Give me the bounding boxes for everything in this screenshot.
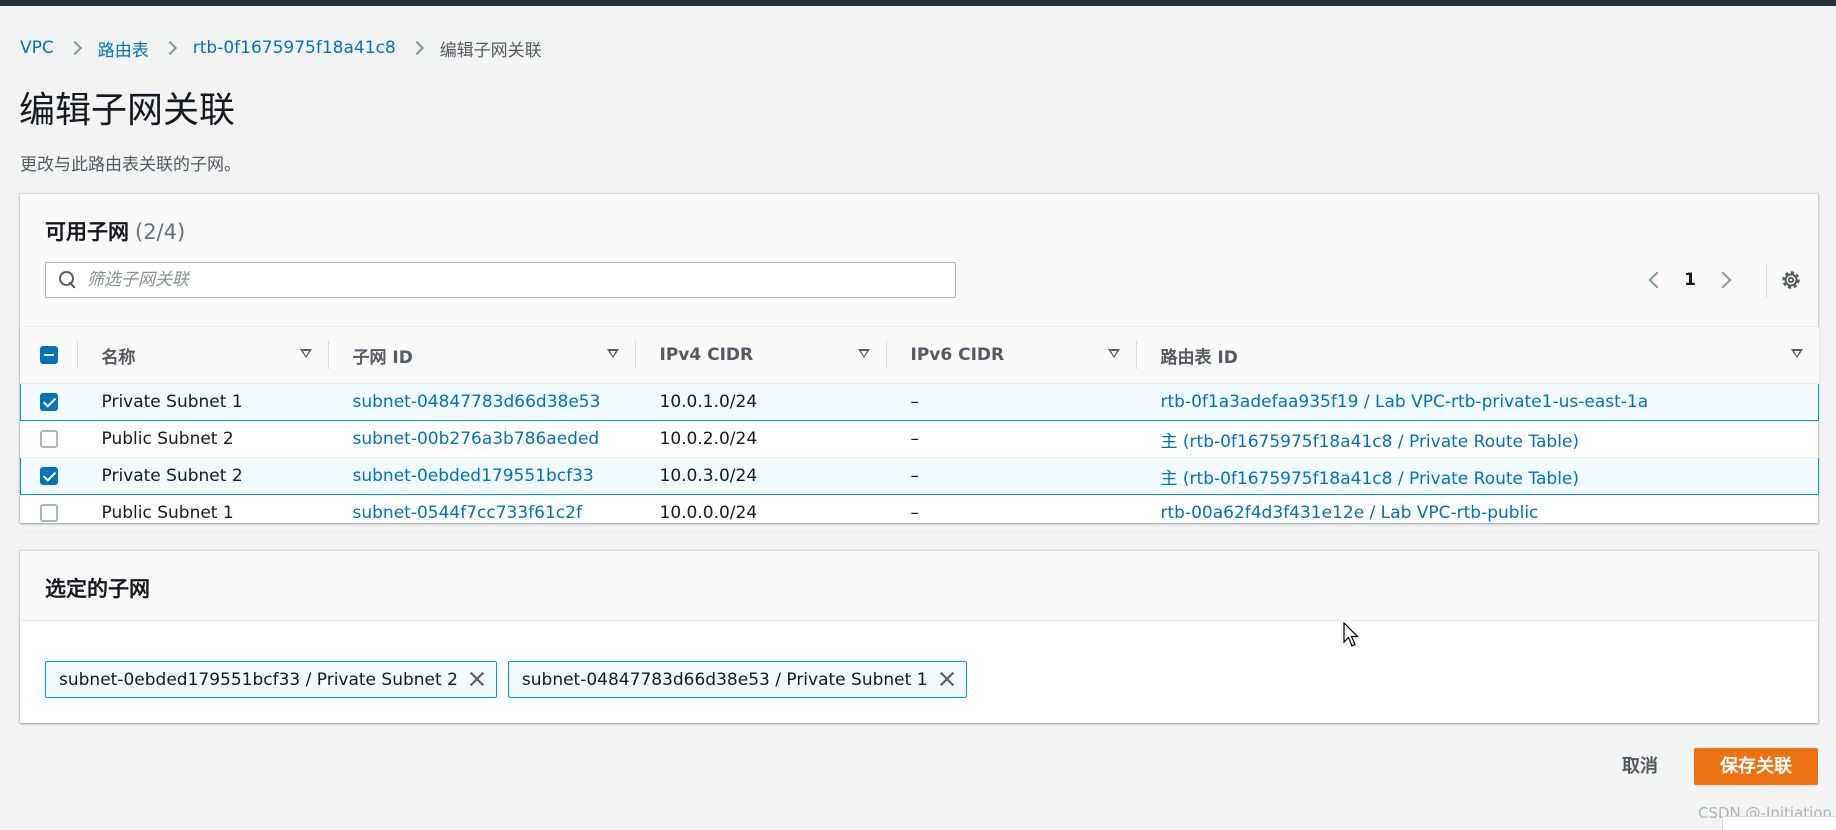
sort-icon[interactable] [606, 349, 619, 358]
sort-icon[interactable] [1790, 349, 1803, 358]
close-icon[interactable] [458, 662, 496, 697]
row-checkbox[interactable] [39, 430, 58, 448]
column-label: IPv4 CIDR [659, 345, 754, 365]
chevron-right-icon [409, 40, 424, 56]
breadcrumb-link-vpc[interactable]: VPC [20, 38, 54, 58]
column-header-subnet-id[interactable]: 子网 ID [327, 327, 635, 384]
pagination: 1 [1640, 264, 1740, 296]
breadcrumb: VPC 路由表 rtb-0f1675975f18a41c8 编辑子网关联 [20, 36, 542, 61]
available-subnets-header: 可用子网(2/4) 1 [20, 194, 1818, 327]
cell-subnet-id-link[interactable]: subnet-00b276a3b786aeded [327, 420, 635, 458]
filter-search-box[interactable] [45, 262, 956, 298]
next-page-button[interactable] [1712, 266, 1740, 294]
chevron-right-icon [1714, 271, 1732, 289]
cell-ipv6-cidr: – [885, 457, 1136, 495]
cell-name: Private Subnet 1 [76, 383, 328, 421]
column-separator [1135, 341, 1137, 369]
cell-ipv4-cidr: 10.0.1.0/24 [634, 383, 886, 421]
available-subnets-title-text: 可用子网 [45, 220, 129, 244]
top-nav-bar [0, 0, 1836, 6]
selected-subnets-header: 选定的子网 [20, 551, 1818, 621]
sort-icon[interactable] [1107, 349, 1120, 358]
column-header-ipv4-cidr[interactable]: IPv4 CIDR [634, 327, 886, 384]
cell-subnet-id-link[interactable]: subnet-04847783d66d38e53 [327, 383, 635, 421]
subnets-table: 名称 子网 ID IPv4 CIDR IPv6 CIDR 路由表 ID Priv… [20, 327, 1819, 532]
table-row[interactable]: Public Subnet 1 subnet-0544f7cc733f61c2f… [20, 494, 1819, 532]
corner-window-fragment [1722, 816, 1836, 830]
cell-route-table-link[interactable]: rtb-0f1a3adefaa935f19 / Lab VPC-rtb-priv… [1135, 383, 1819, 421]
column-header-ipv6-cidr[interactable]: IPv6 CIDR [885, 327, 1136, 384]
cell-ipv4-cidr: 10.0.2.0/24 [634, 420, 886, 458]
column-separator [634, 341, 636, 369]
token-label: subnet-0ebded179551bcf33 / Private Subne… [59, 669, 458, 690]
available-subnets-count: (2/4) [135, 220, 186, 244]
token-label: subnet-04847783d66d38e53 / Private Subne… [521, 669, 928, 690]
column-separator [327, 341, 329, 369]
cell-ipv4-cidr: 10.0.3.0/24 [634, 457, 886, 495]
filter-subnets-input[interactable] [87, 270, 947, 290]
row-checkbox-cell [20, 494, 77, 532]
chevron-left-icon [1648, 271, 1666, 289]
select-all-checkbox[interactable] [39, 346, 58, 364]
row-checkbox-cell [20, 420, 77, 458]
cell-route-table-link[interactable]: rtb-00a62f4d3f431e12e / Lab VPC-rtb-publ… [1135, 494, 1819, 532]
available-subnets-title: 可用子网 (2/4) [45, 216, 185, 246]
breadcrumb-link-route-table[interactable]: rtb-0f1675975f18a41c8 [193, 38, 396, 58]
column-separator [885, 341, 887, 369]
selected-subnet-tokens: subnet-0ebded179551bcf33 / Private Subne… [45, 661, 978, 698]
selected-subnets-panel: 选定的子网 subnet-0ebded179551bcf33 / Private… [20, 551, 1818, 723]
available-subnets-panel: 可用子网(2/4) 1 [20, 194, 1819, 532]
table-row[interactable]: Private Subnet 1 subnet-04847783d66d38e5… [20, 383, 1819, 421]
cell-ipv6-cidr: – [885, 383, 1136, 421]
cell-route-table-link[interactable]: 主 (rtb-0f1675975f18a41c8 / Private Route… [1135, 420, 1819, 458]
divider [1766, 264, 1767, 298]
chevron-right-icon [162, 40, 177, 56]
table-row[interactable]: Public Subnet 2 subnet-00b276a3b786aeded… [20, 420, 1819, 458]
column-header-name[interactable]: 名称 [76, 327, 328, 384]
previous-page-button[interactable] [1640, 266, 1668, 294]
page-title: 编辑子网关联 [19, 90, 236, 131]
cancel-button[interactable]: 取消 [1600, 749, 1680, 785]
cell-ipv6-cidr: – [885, 420, 1136, 458]
save-associations-button[interactable]: 保存关联 [1694, 748, 1818, 785]
cell-subnet-id-link[interactable]: subnet-0544f7cc733f61c2f [327, 494, 635, 532]
sort-icon[interactable] [857, 349, 870, 358]
cell-ipv6-cidr: – [885, 494, 1136, 532]
column-separator [76, 341, 78, 369]
selected-subnet-token: subnet-0ebded179551bcf33 / Private Subne… [45, 661, 497, 698]
row-checkbox[interactable] [39, 393, 58, 411]
sort-icon[interactable] [299, 349, 312, 358]
settings-gear-icon[interactable] [1779, 268, 1803, 292]
cell-name: Public Subnet 2 [76, 420, 328, 458]
select-all-header [20, 327, 77, 384]
row-checkbox-cell [20, 383, 77, 421]
cell-route-table-link[interactable]: 主 (rtb-0f1675975f18a41c8 / Private Route… [1135, 457, 1819, 495]
selected-subnets-title: 选定的子网 [45, 577, 150, 601]
cell-name: Private Subnet 2 [76, 457, 328, 495]
selected-subnet-token: subnet-04847783d66d38e53 / Private Subne… [507, 661, 967, 698]
column-label: 子网 ID [352, 347, 413, 368]
column-label: IPv6 CIDR [910, 345, 1005, 365]
chevron-right-icon [67, 40, 82, 56]
table-row[interactable]: Private Subnet 2 subnet-0ebded179551bcf3… [20, 457, 1819, 495]
search-icon [59, 271, 77, 289]
close-icon[interactable] [928, 662, 966, 697]
table-header-row: 名称 子网 ID IPv4 CIDR IPv6 CIDR 路由表 ID [20, 327, 1819, 384]
column-header-route-table-id[interactable]: 路由表 ID [1135, 327, 1819, 384]
cell-subnet-id-link[interactable]: subnet-0ebded179551bcf33 [327, 457, 635, 495]
breadcrumb-current: 编辑子网关联 [439, 40, 542, 61]
cell-ipv4-cidr: 10.0.0.0/24 [634, 494, 886, 532]
column-label: 名称 [101, 347, 136, 368]
row-checkbox[interactable] [39, 467, 58, 485]
row-checkbox-cell [20, 457, 77, 495]
cell-name: Public Subnet 1 [76, 494, 328, 532]
page-number-button[interactable]: 1 [1668, 270, 1712, 290]
breadcrumb-link-route-tables[interactable]: 路由表 [98, 36, 149, 61]
row-checkbox[interactable] [39, 504, 58, 522]
page-description: 更改与此路由表关联的子网。 [20, 155, 241, 175]
column-label: 路由表 ID [1160, 347, 1238, 368]
